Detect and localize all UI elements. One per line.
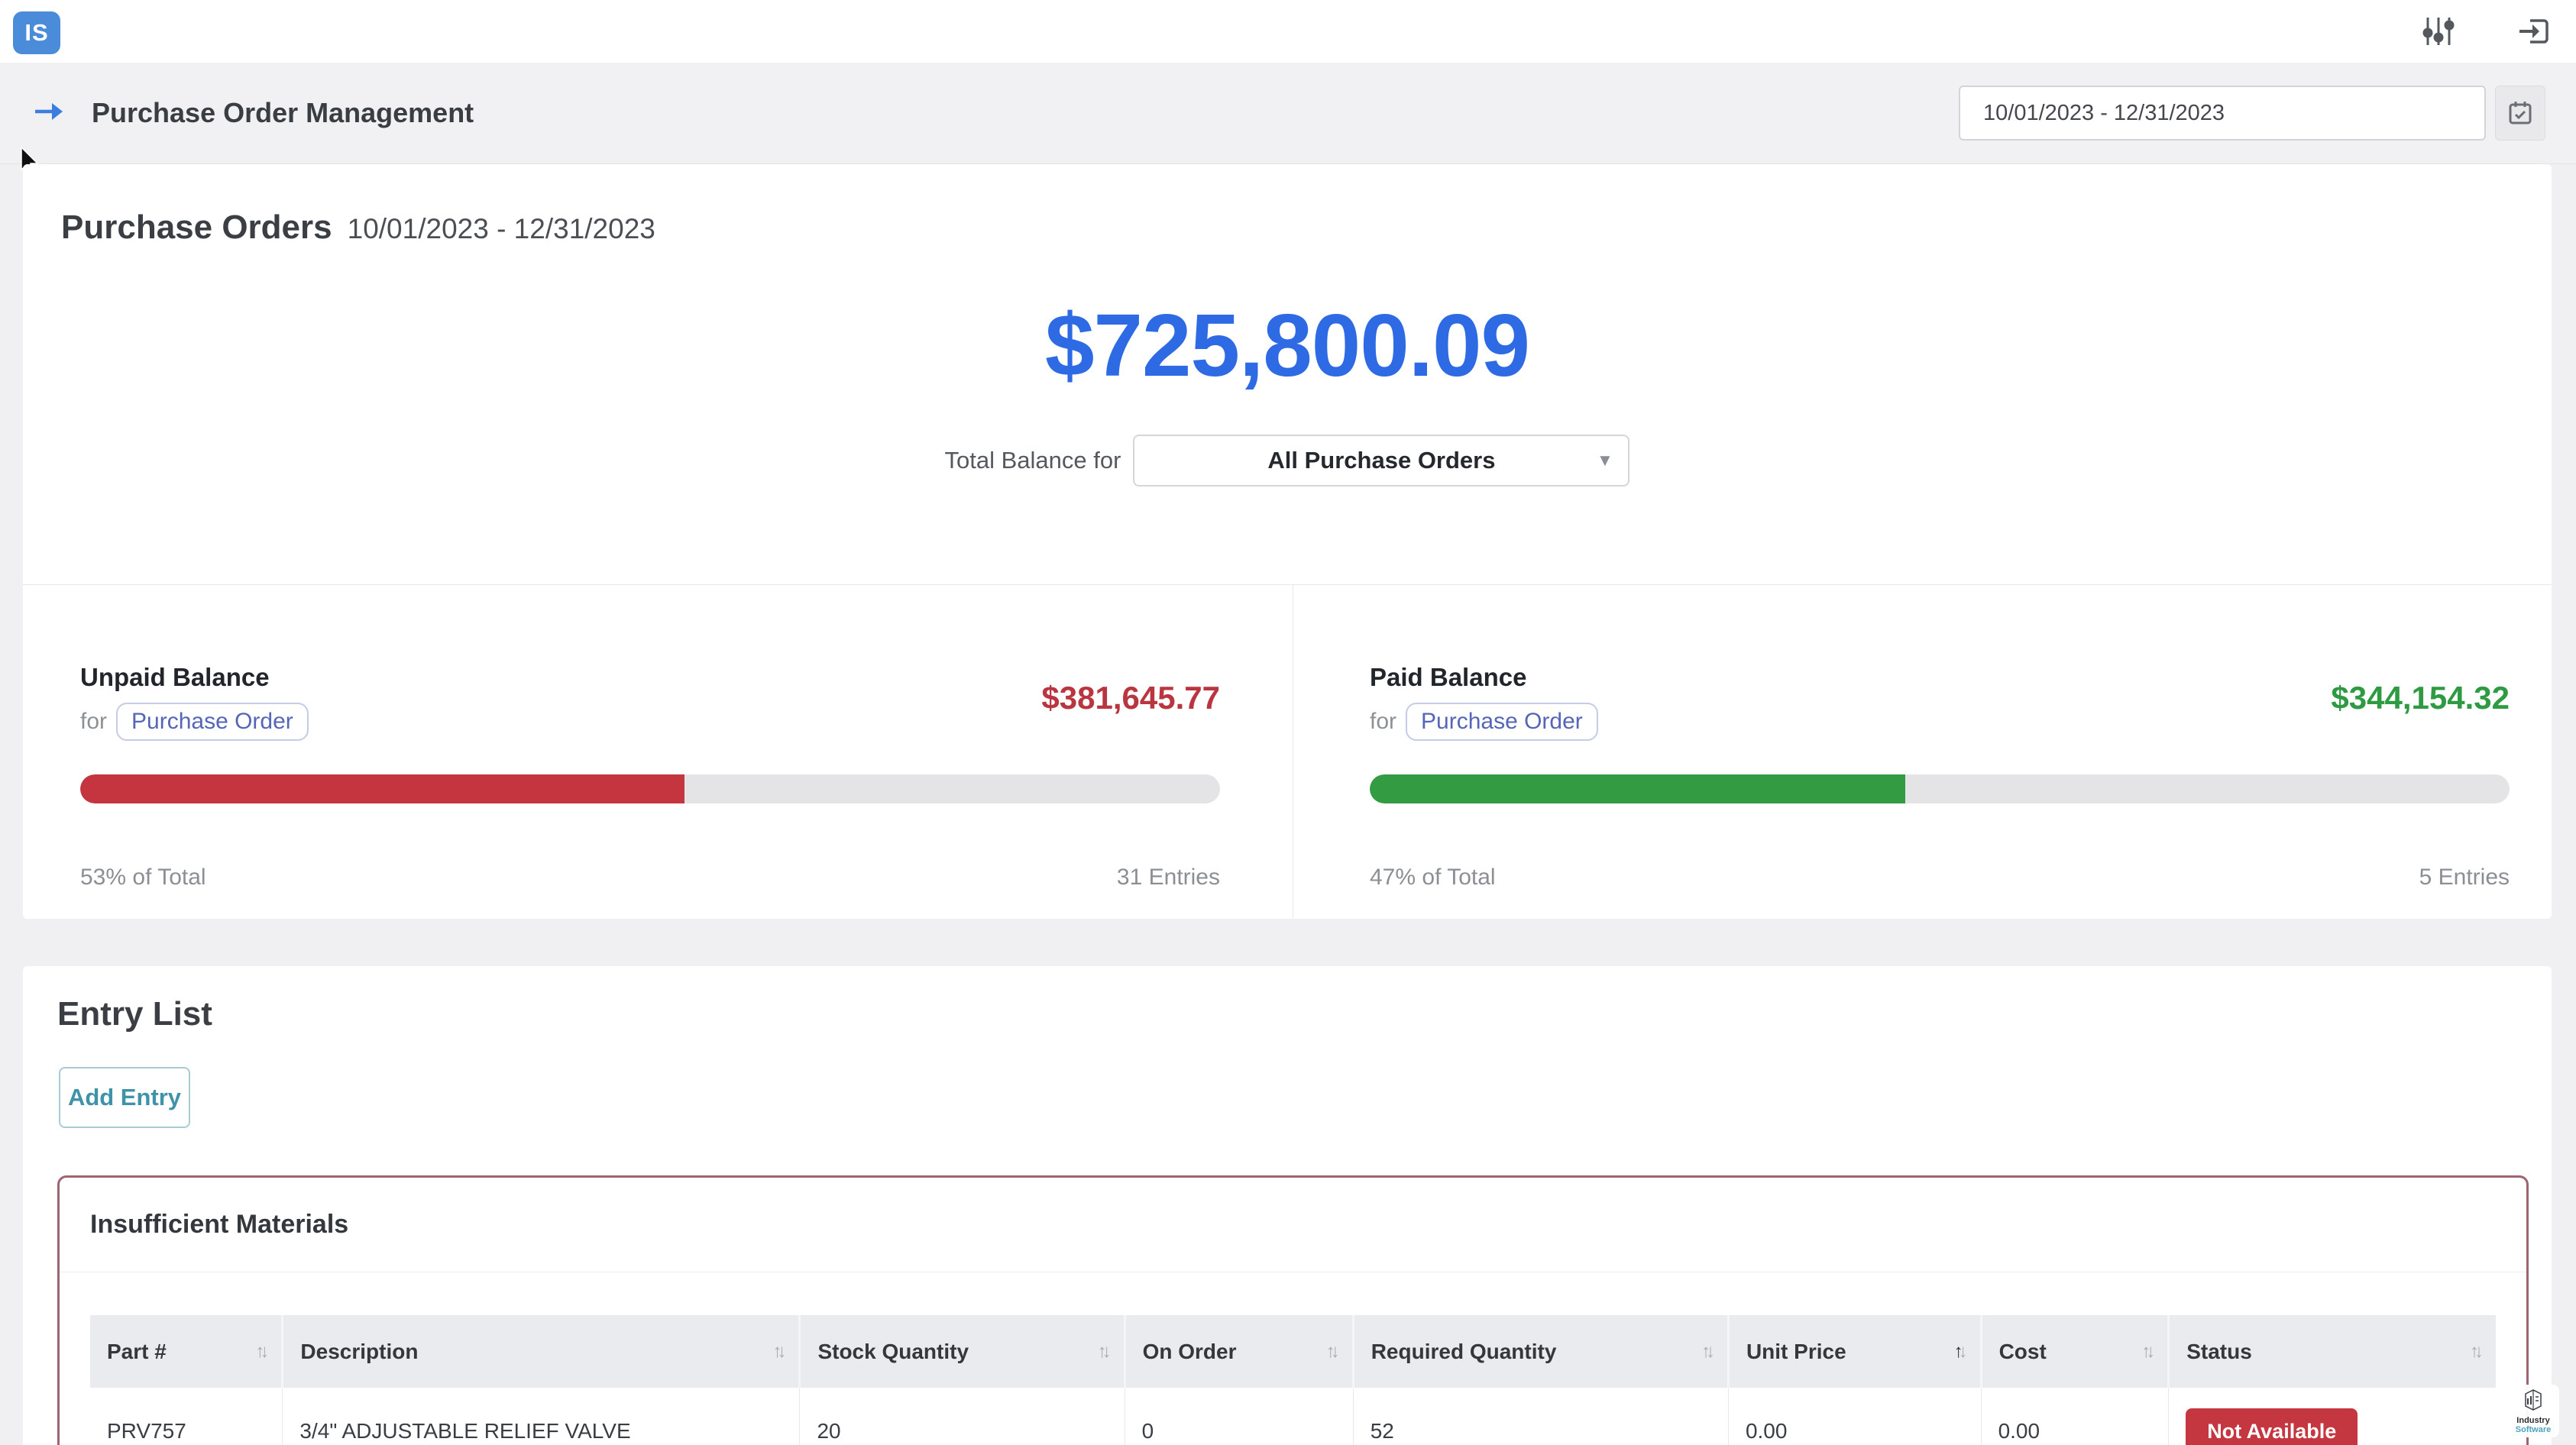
filters-icon[interactable] [2420, 15, 2457, 48]
breadcrumb-arrow-icon[interactable] [32, 99, 66, 128]
table-row[interactable]: PRV757 3/4" ADJUSTABLE RELIEF VALVE 20 0… [90, 1388, 2496, 1445]
total-balance-label: Total Balance for [945, 447, 1121, 474]
page-title: Purchase Order Management [92, 97, 474, 129]
entry-list-title: Entry List [23, 966, 2552, 1033]
entry-list-panel: Entry List Add Entry Insufficient Materi… [23, 966, 2552, 1445]
card-title: Unpaid Balance [80, 663, 309, 692]
cell-part-number: PRV757 [90, 1388, 283, 1445]
total-balance-amount: $725,800.09 [23, 294, 2552, 396]
cell-cost: 0.00 [1981, 1388, 2169, 1445]
col-stock-quantity[interactable]: Stock Quantity [800, 1315, 1125, 1388]
paid-progress-bar [1370, 774, 2510, 803]
cell-unit-price: 0.00 [1728, 1388, 1981, 1445]
paid-amount: $344,154.32 [2331, 680, 2510, 716]
cell-on-order: 0 [1125, 1388, 1353, 1445]
calendar-button[interactable] [2495, 86, 2545, 141]
chevron-down-icon [1600, 448, 1610, 471]
cell-description: 3/4" ADJUSTABLE RELIEF VALVE [283, 1388, 800, 1445]
for-label: for [80, 709, 107, 735]
sort-icon [1326, 1341, 1335, 1363]
table-header-row: Part # Description Stock Quantity On Ord… [90, 1315, 2496, 1388]
purchase-order-pill[interactable]: Purchase Order [1406, 703, 1598, 741]
paid-entries-label: 5 Entries [2419, 865, 2510, 891]
logout-icon[interactable] [2516, 15, 2553, 48]
top-bar: IS [0, 0, 2576, 63]
unpaid-amount: $381,645.77 [1041, 680, 1220, 716]
col-unit-price[interactable]: Unit Price [1728, 1315, 1981, 1388]
sort-icon [772, 1341, 782, 1363]
status-badge: Not Available [2186, 1408, 2358, 1445]
col-required-quantity[interactable]: Required Quantity [1353, 1315, 1728, 1388]
industry-software-watermark: Industry Software [2507, 1385, 2559, 1437]
cell-status: Not Available [2169, 1388, 2496, 1445]
purchase-orders-panel: Purchase Orders 10/01/2023 - 12/31/2023 … [23, 164, 2552, 919]
sort-icon [1098, 1341, 1107, 1363]
col-cost[interactable]: Cost [1981, 1315, 2169, 1388]
app-logo[interactable]: IS [13, 11, 60, 54]
unpaid-progress-fill [80, 774, 684, 803]
page-header: Purchase Order Management 10/01/2023 - 1… [0, 63, 2576, 164]
insufficient-materials-panel: Insufficient Materials Part # Descriptio… [57, 1175, 2529, 1445]
paid-percent-label: 47% of Total [1370, 865, 1496, 891]
sort-icon [1701, 1341, 1710, 1363]
cell-stock-quantity: 20 [800, 1388, 1125, 1445]
cell-required-quantity: 52 [1353, 1388, 1728, 1445]
purchase-order-pill[interactable]: Purchase Order [116, 703, 309, 741]
unpaid-progress-bar [80, 774, 1220, 803]
summary-title: Purchase Orders [61, 209, 332, 247]
col-on-order[interactable]: On Order [1125, 1315, 1353, 1388]
card-title: Paid Balance [1370, 663, 1598, 692]
unpaid-balance-card: Unpaid Balance for Purchase Order $381,6… [23, 585, 1293, 919]
sort-icon [2141, 1341, 2150, 1363]
paid-balance-card: Paid Balance for Purchase Order $344,154… [1293, 585, 2552, 919]
for-label: for [1370, 709, 1396, 735]
col-part-number[interactable]: Part # [90, 1315, 283, 1388]
scope-select[interactable]: All Purchase Orders [1133, 435, 1629, 487]
sort-asc-icon [1954, 1341, 1963, 1363]
paid-progress-fill [1370, 774, 1905, 803]
insufficient-materials-title: Insufficient Materials [60, 1178, 2526, 1240]
col-description[interactable]: Description [283, 1315, 800, 1388]
date-range-input[interactable]: 10/01/2023 - 12/31/2023 [1959, 86, 2486, 141]
col-status[interactable]: Status [2169, 1315, 2496, 1388]
summary-date-range: 10/01/2023 - 12/31/2023 [348, 213, 655, 245]
scope-select-value: All Purchase Orders [1267, 447, 1495, 474]
unpaid-percent-label: 53% of Total [80, 865, 206, 891]
sort-icon [255, 1341, 264, 1363]
sort-icon [2470, 1341, 2479, 1363]
add-entry-button[interactable]: Add Entry [59, 1067, 190, 1128]
materials-table: Part # Description Stock Quantity On Ord… [90, 1315, 2496, 1445]
unpaid-entries-label: 31 Entries [1117, 865, 1220, 891]
